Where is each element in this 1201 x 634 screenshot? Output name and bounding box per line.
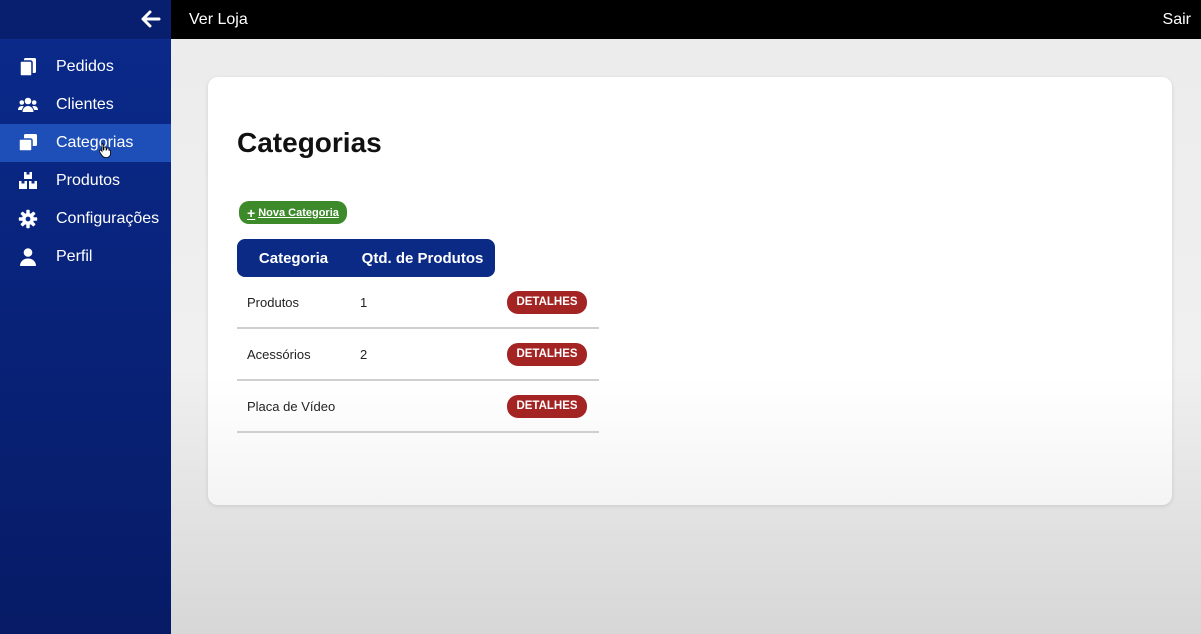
details-button[interactable]: DETALHES [507, 290, 587, 314]
users-icon [16, 93, 40, 117]
sidebar-item-categorias[interactable]: Categorias [0, 124, 171, 162]
sidebar-item-label: Pedidos [56, 58, 114, 75]
product-count: 2 [360, 346, 368, 362]
sidebar-item-label: Configurações [56, 210, 160, 227]
sidebar-nav: Pedidos Clientes Categorias Produtos Con… [0, 48, 171, 276]
category-name: Produtos [247, 294, 300, 310]
sidebar-item-clientes[interactable]: Clientes [0, 86, 171, 124]
table-row: Produtos 1 DETALHES [237, 277, 599, 329]
details-button[interactable]: DETALHES [507, 394, 587, 418]
sidebar-item-label: Produtos [56, 172, 121, 189]
new-category-label: Nova Categoria [258, 206, 339, 219]
column-header-qtd: Qtd. de Produtos [361, 249, 484, 267]
sidebar-header [0, 0, 171, 40]
sidebar-item-produtos[interactable]: Produtos [0, 162, 171, 200]
table-row: Acessórios 2 DETALHES [237, 329, 599, 381]
main-content: Categorias + Nova Categoria Categoria Qt… [171, 39, 1201, 634]
page-title: Categorias [237, 127, 382, 158]
table-row: Placa de Vídeo DETALHES [237, 381, 599, 433]
gear-icon [16, 207, 40, 231]
new-category-button[interactable]: + Nova Categoria [239, 201, 347, 224]
boxes-icon [16, 169, 40, 193]
categories-icon [16, 131, 40, 155]
sidebar-item-label: Clientes [56, 96, 114, 113]
user-icon [16, 245, 40, 269]
sidebar: Pedidos Clientes Categorias Produtos Con… [0, 0, 171, 634]
documents-icon [16, 55, 40, 79]
table-header: Categoria Qtd. de Produtos [237, 239, 495, 277]
view-store-link[interactable]: Ver Loja [189, 11, 248, 29]
hand-cursor-icon [98, 143, 111, 158]
logout-link[interactable]: Sair [1163, 11, 1191, 29]
product-count: 1 [360, 294, 368, 310]
column-header-categoria: Categoria [258, 249, 329, 267]
sidebar-item-perfil[interactable]: Perfil [0, 238, 171, 276]
details-button[interactable]: DETALHES [507, 342, 587, 366]
categories-table: Categoria Qtd. de Produtos Produtos 1 DE… [237, 239, 599, 433]
sidebar-item-label: Perfil [56, 248, 93, 265]
sidebar-item-configuracoes[interactable]: Configurações [0, 200, 171, 238]
topbar: Ver Loja Sair [171, 0, 1201, 39]
category-name: Acessórios [247, 346, 311, 362]
category-name: Placa de Vídeo [247, 398, 336, 414]
arrow-left-icon[interactable] [139, 7, 163, 31]
categories-card: Categorias + Nova Categoria Categoria Qt… [208, 77, 1172, 505]
sidebar-item-pedidos[interactable]: Pedidos [0, 48, 171, 86]
sidebar-item-label: Categorias [56, 134, 134, 151]
plus-icon: + [247, 204, 256, 221]
